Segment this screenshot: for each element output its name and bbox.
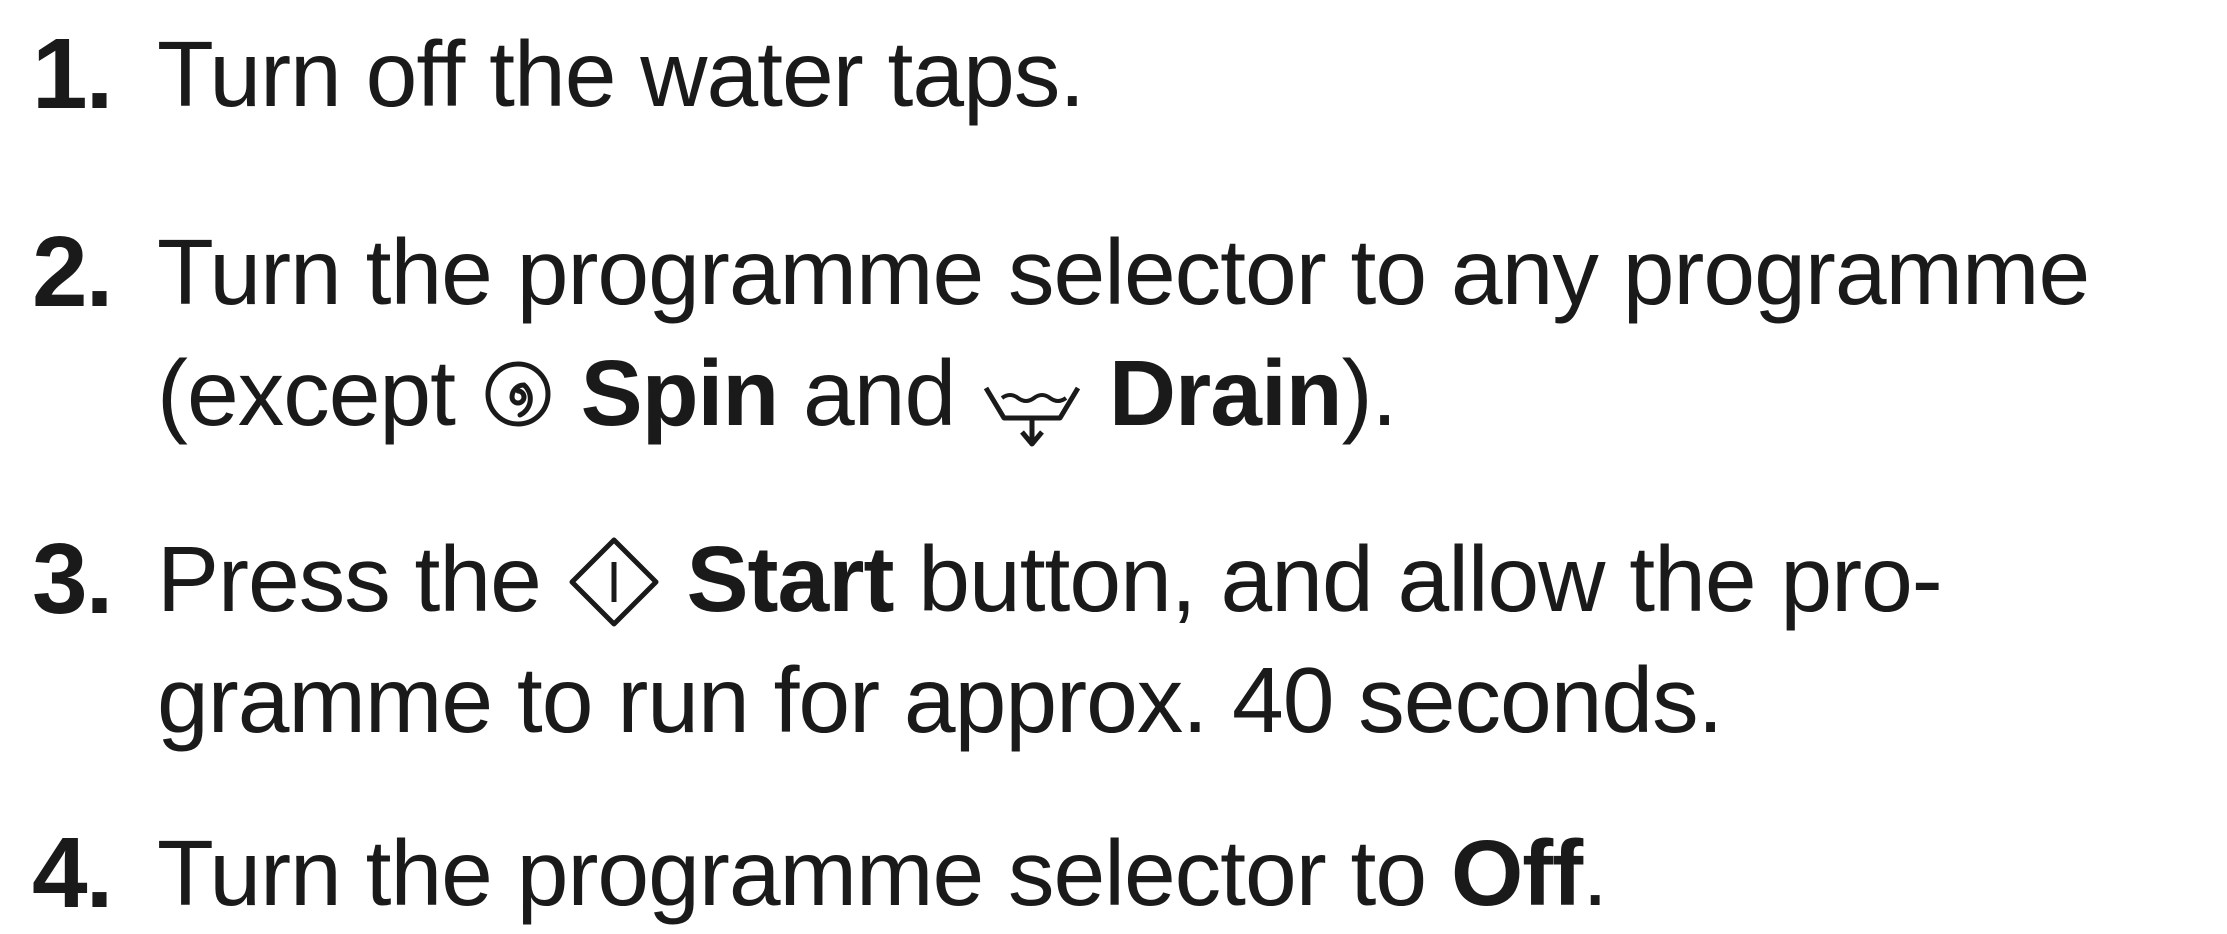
step-2-closing-text: ). <box>1341 341 1398 445</box>
start-label: Start <box>686 527 895 631</box>
step-4-number: 4. <box>32 817 113 929</box>
step-3-number: 3. <box>32 523 113 635</box>
drain-label: Drain <box>1108 341 1343 445</box>
and-text: and <box>803 341 956 445</box>
instruction-steps: 1. Turn off the water taps. 2. Turn the … <box>0 0 2227 929</box>
step-3-press-text: Press the <box>157 527 542 631</box>
drain-tub-icon <box>980 372 1084 448</box>
step-4-text: Turn the programme selector to Off. <box>157 813 1608 934</box>
spin-label: Spin <box>580 341 779 445</box>
step-1-number: 1. <box>32 18 113 130</box>
step-2-line-2: (except Spin and Drain). <box>157 333 1398 454</box>
step-2-number: 2. <box>32 216 113 328</box>
start-diamond-icon <box>566 534 662 630</box>
step-2-line-1: Turn the programme selector to any progr… <box>157 220 2090 324</box>
step-3-line-2: gramme to run for approx. 40 seconds. <box>157 648 1723 752</box>
off-label: Off <box>1450 821 1583 925</box>
step-1-text: Turn off the water taps. <box>157 22 1085 126</box>
spin-spiral-icon <box>480 356 556 432</box>
step-4-turn-text: Turn the programme selector to <box>157 821 1427 925</box>
step-3-button-text: button, and allow the pro- <box>893 527 1943 631</box>
step-2-except-text: (except <box>157 341 456 445</box>
step-3-line-1: Press the Start button, and allow the pr… <box>157 519 1943 640</box>
step-4-period: . <box>1582 821 1608 925</box>
